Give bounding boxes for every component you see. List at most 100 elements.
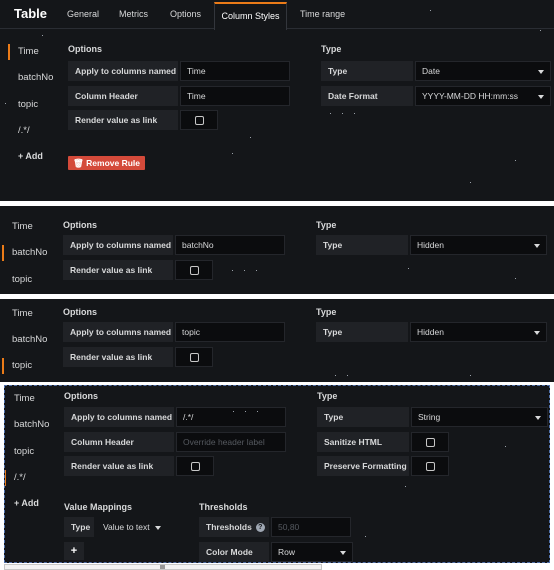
type-heading: Type [317, 391, 338, 401]
noise-dot [515, 160, 516, 161]
noise-dot [405, 486, 406, 487]
tab-column-styles[interactable]: Column Styles [214, 2, 287, 30]
tab-metrics[interactable]: Metrics [119, 9, 148, 19]
sidebar-item-batchno[interactable]: batchNo [1, 245, 47, 261]
render-link-label: Render value as link [64, 456, 174, 476]
options-heading: Options [63, 220, 97, 230]
type-select[interactable]: Hidden [410, 322, 547, 342]
color-mode-label: Color Mode [199, 542, 269, 562]
color-mode-value: Row [278, 547, 296, 557]
sidebar-item-time[interactable]: Time [12, 308, 33, 319]
noise-dot [232, 153, 233, 154]
type-select-value: Date [422, 66, 440, 76]
noise-dot [232, 270, 233, 271]
apply-input[interactable]: Time [180, 61, 290, 81]
noise-dot [257, 411, 258, 412]
color-mode-select[interactable]: Row [271, 542, 353, 562]
checkbox-icon [426, 462, 435, 471]
apply-label: Apply to columns named [68, 61, 178, 81]
noise-dot [335, 375, 336, 376]
sidebar-item-batchno[interactable]: batchNo [18, 72, 53, 83]
tab-general[interactable]: General [67, 9, 99, 19]
sidebar-item-regex[interactable]: /.*/ [5, 470, 26, 486]
noise-dot [244, 270, 245, 271]
column-style-panel-topic: Time batchNo topic Options Apply to colu… [0, 299, 554, 382]
sidebar-item-topic[interactable]: topic [12, 274, 32, 285]
type-label: Type [316, 235, 408, 255]
noise-dot [250, 137, 251, 138]
date-format-select[interactable]: YYYY-MM-DD HH:mm:ss [415, 86, 551, 106]
type-select[interactable]: String [411, 407, 548, 427]
column-style-panel-regex: Time batchNo topic /.*/ + Add Options Ap… [4, 385, 550, 563]
add-rule-button[interactable]: + Add [14, 498, 39, 508]
render-link-label: Render value as link [63, 260, 173, 280]
noise-dot [540, 30, 541, 31]
chevron-down-icon [534, 331, 540, 335]
type-select-value: Hidden [417, 327, 444, 337]
sidebar-item-regex[interactable]: /.*/ [18, 125, 30, 136]
noise-dot [515, 278, 516, 279]
column-style-panel-time: Table General Metrics Options Column Sty… [0, 0, 554, 201]
noise-dot [256, 270, 257, 271]
column-header-label: Column Header [64, 432, 174, 452]
editor-tabs: Table General Metrics Options Column Sty… [0, 0, 554, 30]
tab-options[interactable]: Options [170, 9, 201, 19]
thresholds-heading: Thresholds [199, 502, 248, 512]
sidebar-item-batchno[interactable]: batchNo [12, 334, 47, 345]
column-header-input[interactable]: Time [180, 86, 290, 106]
type-select[interactable]: Date [415, 61, 551, 81]
type-select-value: Hidden [417, 240, 444, 250]
noise-dot [5, 103, 6, 104]
type-label: Type [316, 322, 408, 342]
noise-dot [470, 182, 471, 183]
apply-label: Apply to columns named [63, 235, 173, 255]
mapping-type-label: Type [64, 517, 94, 537]
sidebar-item-topic[interactable]: topic [14, 446, 34, 457]
tab-time-range[interactable]: Time range [300, 9, 345, 19]
noise-dot [505, 446, 506, 447]
preserve-formatting-toggle[interactable] [411, 456, 449, 476]
noise-dot [347, 375, 348, 376]
column-header-label: Column Header [68, 86, 178, 106]
apply-input[interactable]: batchNo [175, 235, 285, 255]
noise-dot [430, 10, 431, 11]
type-label: Type [321, 61, 413, 81]
apply-label: Apply to columns named [63, 322, 173, 342]
render-link-toggle[interactable] [176, 456, 214, 476]
scrollbar-handle[interactable] [160, 565, 165, 569]
sidebar-item-time[interactable]: Time [14, 393, 35, 404]
mapping-type-select[interactable]: Value to text [96, 517, 168, 537]
render-link-toggle[interactable] [180, 110, 218, 130]
noise-dot [233, 411, 234, 412]
sidebar-item-time[interactable]: Time [8, 44, 39, 60]
sidebar-item-topic[interactable]: topic [1, 358, 32, 374]
apply-label: Apply to columns named [64, 407, 174, 427]
sanitize-html-toggle[interactable] [411, 432, 449, 452]
render-link-label: Render value as link [68, 110, 178, 130]
thresholds-label: Thresholds? [199, 517, 269, 537]
type-heading: Type [321, 44, 342, 54]
add-mapping-button[interactable]: + [64, 542, 84, 560]
render-link-toggle[interactable] [175, 260, 213, 280]
chevron-down-icon [535, 416, 541, 420]
noise-dot [330, 113, 331, 114]
noise-dot [245, 411, 246, 412]
checkbox-icon [191, 462, 200, 471]
apply-input[interactable]: topic [175, 322, 285, 342]
mapping-type-value: Value to text [103, 522, 150, 532]
type-heading: Type [316, 307, 337, 317]
render-link-toggle[interactable] [175, 347, 213, 367]
apply-input[interactable]: /.*/ [176, 407, 286, 427]
sidebar-item-topic[interactable]: topic [18, 99, 38, 110]
sidebar-item-batchno[interactable]: batchNo [14, 419, 49, 430]
chevron-down-icon [538, 70, 544, 74]
remove-rule-button[interactable]: 🗑︎ Remove Rule [68, 156, 146, 170]
column-header-input[interactable]: Override header label [176, 432, 286, 452]
thresholds-input[interactable]: 50,80 [271, 517, 351, 537]
sidebar-item-time[interactable]: Time [12, 221, 33, 232]
date-format-value: YYYY-MM-DD HH:mm:ss [422, 91, 519, 101]
add-rule-button[interactable]: + Add [18, 151, 43, 161]
checkbox-icon [190, 353, 199, 362]
date-format-label: Date Format [321, 86, 413, 106]
type-select[interactable]: Hidden [410, 235, 547, 255]
